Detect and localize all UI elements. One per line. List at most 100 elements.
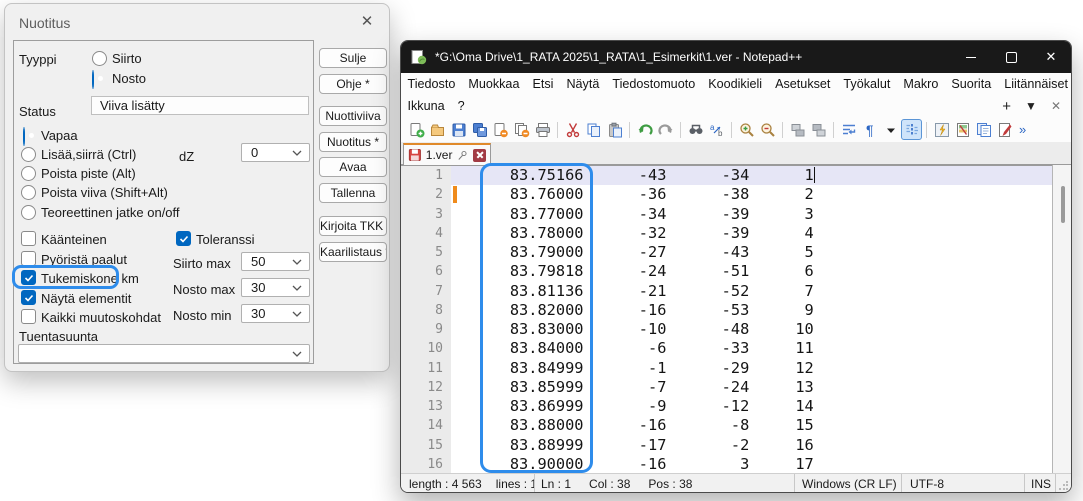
menu-item-ikkuna[interactable]: Ikkuna bbox=[401, 99, 451, 113]
editor-line-12[interactable]: 12 83.85999 -7 -24 13 bbox=[401, 378, 1071, 397]
radio-teoreettinen-jatke[interactable] bbox=[21, 205, 36, 220]
redo-icon[interactable] bbox=[655, 119, 676, 140]
checkbox-pyorista-paalut-label[interactable]: Pyöristä paalut bbox=[41, 252, 127, 267]
checkbox-nayta-elementit-label[interactable]: Näytä elementit bbox=[41, 291, 131, 306]
radio-poista-viiva-label[interactable]: Poista viiva (Shift+Alt) bbox=[41, 185, 168, 200]
dropdown-arrow-icon[interactable] bbox=[880, 119, 901, 140]
checkbox-kaikki-muutoskohdat[interactable] bbox=[21, 309, 36, 324]
sync-horizontal-icon[interactable] bbox=[808, 119, 829, 140]
close-all-docs-icon[interactable] bbox=[511, 119, 532, 140]
menu-item-tiedostomuoto[interactable]: Tiedostomuoto bbox=[606, 77, 702, 91]
function-list-icon[interactable] bbox=[931, 119, 952, 140]
vertical-scrollbar[interactable] bbox=[1053, 165, 1072, 473]
radio-teoreettinen-jatke-label[interactable]: Teoreettinen jatke on/off bbox=[41, 205, 180, 220]
sync-vertical-icon[interactable] bbox=[787, 119, 808, 140]
menu-item-?[interactable]: ? bbox=[451, 99, 471, 113]
cut-icon[interactable] bbox=[562, 119, 583, 140]
status-field[interactable]: Viiva lisätty bbox=[91, 96, 309, 115]
menu-item-suorita[interactable]: Suorita bbox=[945, 77, 998, 91]
checkbox-pyorista-paalut[interactable] bbox=[21, 251, 36, 266]
radio-poista-piste[interactable] bbox=[21, 166, 36, 181]
word-wrap-icon[interactable] bbox=[838, 119, 859, 140]
checkbox-kaanteinen-label[interactable]: Käänteinen bbox=[41, 232, 107, 247]
paste-icon[interactable] bbox=[604, 119, 625, 140]
menu-item-nyt[interactable]: Näytä bbox=[560, 77, 606, 91]
zoom-in-icon[interactable] bbox=[736, 119, 757, 140]
radio-vapaa-label[interactable]: Vapaa bbox=[41, 128, 78, 143]
menu-item-etsi[interactable]: Etsi bbox=[526, 77, 560, 91]
document-map-icon[interactable] bbox=[952, 119, 973, 140]
editor-line-5[interactable]: 5 83.79000 -27 -43 5 bbox=[401, 243, 1071, 262]
status-insert-mode[interactable]: INS bbox=[1031, 477, 1051, 491]
radio-poista-viiva[interactable] bbox=[21, 185, 36, 200]
editor-line-10[interactable]: 10 83.84000 -6 -33 11 bbox=[401, 339, 1071, 358]
editor-line-13[interactable]: 13 83.86999 -9 -12 14 bbox=[401, 397, 1071, 416]
close-doc-icon[interactable] bbox=[490, 119, 511, 140]
dz-combo[interactable]: 0 bbox=[241, 143, 310, 162]
nosto-min-combo[interactable]: 30 bbox=[241, 304, 310, 323]
toolbar-overflow-icon[interactable]: » bbox=[1019, 122, 1026, 137]
radio-nosto-label[interactable]: Nosto bbox=[112, 71, 146, 86]
editor-line-4[interactable]: 4 83.78000 -32 -39 4 bbox=[401, 224, 1071, 243]
checkbox-kaikki-muutoskohdat-label[interactable]: Kaikki muutoskohdat bbox=[41, 310, 161, 325]
copy-icon[interactable] bbox=[583, 119, 604, 140]
document-switcher-icon[interactable] bbox=[994, 119, 1015, 140]
menu-item-muokkaa[interactable]: Muokkaa bbox=[462, 77, 526, 91]
minimize-button[interactable] bbox=[951, 41, 991, 73]
radio-nosto[interactable] bbox=[92, 70, 94, 89]
editor-line-15[interactable]: 15 83.88999 -17 -2 16 bbox=[401, 436, 1071, 455]
menu-item-liitnniset[interactable]: Liitännäiset bbox=[998, 77, 1072, 91]
resize-grip-icon[interactable] bbox=[1058, 481, 1068, 491]
tab-1ver[interactable]: 1.ver bbox=[403, 143, 491, 165]
dialog-close-icon[interactable]: ✕ bbox=[358, 13, 376, 31]
plus-icon[interactable]: + bbox=[1002, 98, 1011, 115]
menu-item-makro[interactable]: Makro bbox=[897, 77, 945, 91]
menu-item-tykalut[interactable]: Työkalut bbox=[837, 77, 897, 91]
checkbox-tukemiskone-km[interactable] bbox=[21, 270, 36, 285]
editor-line-1[interactable]: 1 83.75166 -43 -34 1 bbox=[401, 166, 1071, 185]
tuentasuunta-combo[interactable] bbox=[18, 344, 310, 363]
checkbox-kaanteinen[interactable] bbox=[21, 231, 36, 246]
dialog-button-sulje[interactable]: Sulje bbox=[319, 48, 387, 68]
dialog-button-avaa[interactable]: Avaa bbox=[319, 157, 387, 177]
save-all-icon[interactable] bbox=[469, 119, 490, 140]
editor-line-14[interactable]: 14 83.88000 -16 -8 15 bbox=[401, 416, 1071, 435]
editor-line-9[interactable]: 9 83.83000 -10 -48 10 bbox=[401, 320, 1071, 339]
tab-close-icon[interactable] bbox=[473, 149, 486, 162]
document-list-icon[interactable] bbox=[973, 119, 994, 140]
editor-line-8[interactable]: 8 83.82000 -16 -53 9 bbox=[401, 301, 1071, 320]
checkbox-toleranssi-label[interactable]: Toleranssi bbox=[196, 232, 255, 247]
editor-line-6[interactable]: 6 83.79818 -24 -51 6 bbox=[401, 262, 1071, 281]
show-all-characters-icon[interactable]: ¶ bbox=[859, 119, 880, 140]
dropdown-icon[interactable]: ▼ bbox=[1025, 99, 1037, 113]
editor-line-7[interactable]: 7 83.81136 -21 -52 7 bbox=[401, 282, 1071, 301]
siirto-max-combo[interactable]: 50 bbox=[241, 252, 310, 271]
editor-line-2[interactable]: 2 83.76000 -36 -38 2 bbox=[401, 185, 1071, 204]
editor-line-16[interactable]: 16 83.90000 -16 3 17 bbox=[401, 455, 1071, 474]
print-icon[interactable] bbox=[532, 119, 553, 140]
dialog-button-kaarilistaus[interactable]: Kaarilistaus * bbox=[319, 242, 387, 262]
status-encoding[interactable]: UTF-8 bbox=[910, 477, 944, 491]
radio-lisaa-siirra[interactable] bbox=[21, 147, 36, 162]
checkbox-tukemiskone-km-label[interactable]: Tukemiskone km bbox=[41, 271, 139, 286]
menu-item-tiedosto[interactable]: Tiedosto bbox=[401, 77, 462, 91]
dialog-button-ohje[interactable]: Ohje * bbox=[319, 74, 387, 94]
editor-line-3[interactable]: 3 83.77000 -34 -39 3 bbox=[401, 205, 1071, 224]
close-button[interactable]: ✕ bbox=[1031, 41, 1071, 73]
dialog-button-nuottiviiva[interactable]: Nuottiviiva bbox=[319, 106, 387, 126]
dialog-button-kirjoita-tkk[interactable]: Kirjoita TKK * bbox=[319, 216, 387, 236]
maximize-button[interactable] bbox=[991, 41, 1031, 73]
editor[interactable]: 1 83.75166 -43 -34 12 83.76000 -36 -38 2… bbox=[401, 165, 1071, 473]
pin-icon[interactable] bbox=[456, 149, 469, 162]
nosto-max-combo[interactable]: 30 bbox=[241, 278, 310, 297]
indent-guide-icon[interactable] bbox=[901, 119, 922, 140]
scrollbar-thumb[interactable] bbox=[1061, 186, 1065, 223]
menu-item-asetukset[interactable]: Asetukset bbox=[769, 77, 837, 91]
dialog-button-tallenna[interactable]: Tallenna bbox=[319, 183, 387, 203]
find-icon[interactable] bbox=[685, 119, 706, 140]
radio-siirto-label[interactable]: Siirto bbox=[112, 51, 142, 66]
radio-poista-piste-label[interactable]: Poista piste (Alt) bbox=[41, 166, 136, 181]
zoom-out-icon[interactable] bbox=[757, 119, 778, 140]
radio-vapaa[interactable] bbox=[23, 127, 25, 146]
replace-icon[interactable]: ab bbox=[706, 119, 727, 140]
